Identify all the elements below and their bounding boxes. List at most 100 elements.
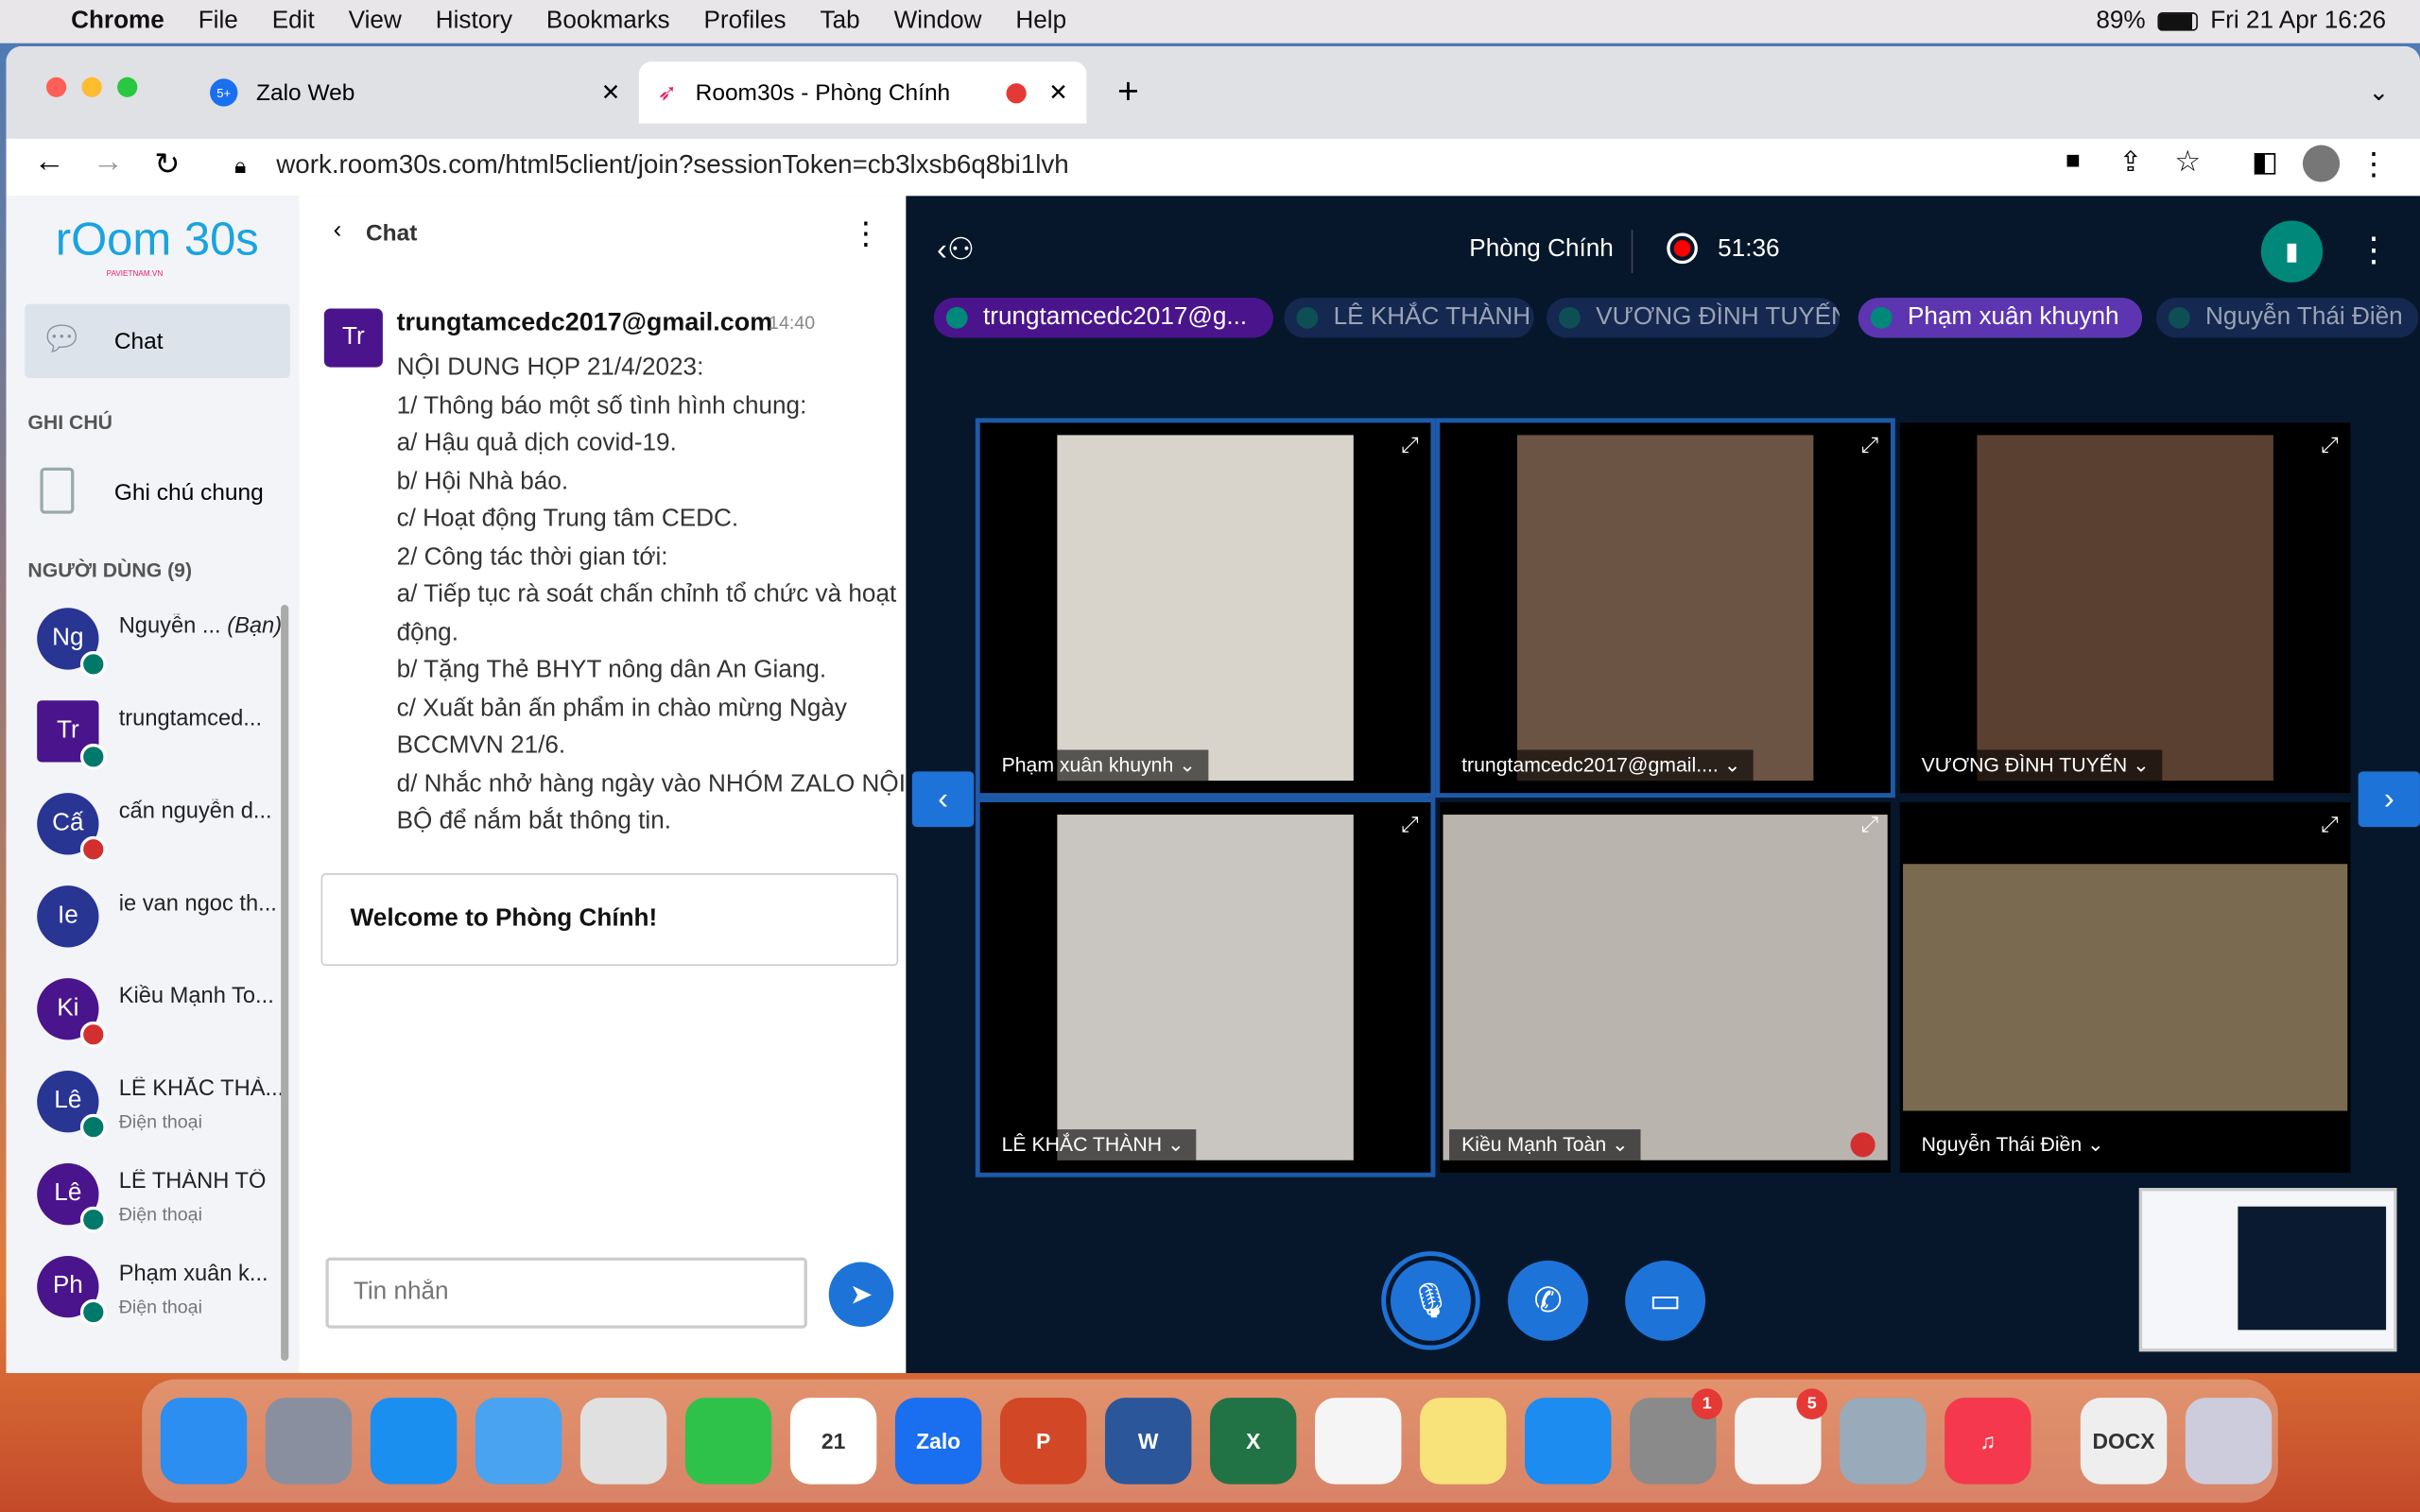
menu-bookmarks[interactable]: Bookmarks [546,8,670,35]
audio-phone-button[interactable]: ✆ [1508,1260,1588,1341]
talking-indicator[interactable]: Nguyễn Thái Điền [2155,298,2419,338]
user-list-item[interactable]: Lê LÊ KHẮC THÀ... Điện thoại [37,1071,291,1148]
dock-mail-icon[interactable] [475,1398,562,1485]
dock-calendar-icon[interactable]: 21 [789,1398,877,1485]
menu-help[interactable]: Help [1015,8,1066,35]
next-page-button[interactable]: › [2358,771,2420,828]
talking-indicator[interactable]: VƯƠNG ĐÌNH TUYẾN [1546,298,1841,338]
reload-icon[interactable]: ↻ [154,145,180,183]
dock-app-store-icon[interactable] [1525,1398,1612,1485]
dock-finder-icon[interactable] [160,1398,248,1485]
tab-room30s[interactable]: ➶ Room30s - Phòng Chính ✕ [638,61,1087,124]
menu-tab[interactable]: Tab [821,8,860,35]
menu-view[interactable]: View [349,8,402,35]
microphone-button[interactable]: 🎙︎ [1381,1251,1480,1350]
clock[interactable]: Fri 21 Apr 16:26 [2210,8,2386,35]
previous-page-button[interactable]: ‹ [911,771,975,828]
user-list-item[interactable]: Ie ie van ngoc th... [37,885,291,963]
maximize-window-button[interactable] [117,77,138,97]
tab-search-chevron-icon[interactable]: ⌄ [2368,77,2389,109]
video-user-label[interactable]: VƯƠNG ĐÌNH TUYẾN ⌄ [1909,749,2162,782]
video-tile[interactable]: ⤢ Phạm xuân khuynh ⌄ [975,418,1436,799]
dock-powerpoint-icon[interactable]: P [999,1398,1087,1485]
screen-preview-thumbnail[interactable] [2138,1188,2397,1352]
video-tile[interactable]: ⤢ trungtamcedc2017@gmail.... ⌄ [1435,418,1895,799]
video-user-label[interactable]: trungtamcedc2017@gmail.... ⌄ [1449,749,1754,782]
dock-system-settings-icon[interactable]: 1 [1630,1388,1723,1485]
minimize-window-button[interactable] [81,77,102,97]
more-menu-icon[interactable]: ⋮ [2359,145,2390,183]
video-tile[interactable]: ⤢ Kiều Mạnh Toàn ⌄ [1440,801,1891,1173]
fullscreen-icon[interactable]: ⤢ [1401,432,1418,458]
menu-edit[interactable]: Edit [272,8,315,35]
lock-icon[interactable]: 🔒︎ [234,153,246,180]
fullscreen-icon[interactable]: ⤢ [2321,432,2338,458]
dock-word-icon[interactable]: W [1104,1398,1192,1485]
fullscreen-icon[interactable]: ⤢ [1861,812,1878,838]
menu-profiles[interactable]: Profiles [704,8,786,35]
video-tile[interactable]: ⤢ VƯƠNG ĐÌNH TUYẾN ⌄ [1899,422,2351,794]
dock-launchpad-icon[interactable] [265,1398,353,1485]
video-user-label[interactable]: Nguyễn Thái Điền ⌄ [1909,1129,2117,1160]
message-input[interactable] [325,1257,807,1329]
user-list-scrollbar[interactable] [281,604,289,1361]
talking-indicator[interactable]: Phạm xuân khuynh [1858,298,2143,338]
dock-zalo-icon[interactable]: Zalo [894,1398,982,1485]
profile-avatar[interactable] [2302,145,2341,182]
talking-indicator[interactable]: trungtamcedc2017@g... [933,298,1273,338]
sidebar-item-chat[interactable]: 💬︎ Chat [25,303,290,378]
dock-notes-icon[interactable] [1420,1398,1507,1485]
side-panel-icon[interactable]: ◧ [2252,146,2278,179]
dock-trash-icon[interactable] [2185,1398,2273,1485]
battery-icon[interactable] [2157,12,2199,31]
close-tab-icon[interactable]: ✕ [1048,78,1068,107]
share-icon[interactable]: ⇪ [2118,146,2142,179]
video-user-label[interactable]: LÊ KHẮC THÀNH ⌄ [989,1129,1197,1160]
video-user-label[interactable]: Phạm xuân khuynh ⌄ [989,749,1209,782]
video-user-label[interactable]: Kiều Mạnh Toàn ⌄ [1449,1129,1641,1160]
dock-excel-icon[interactable]: X [1209,1398,1297,1485]
close-window-button[interactable] [45,77,67,97]
user-list-item[interactable]: Cấ cấn nguyễn d... [37,793,291,870]
dock-chrome-icon[interactable] [579,1398,667,1485]
camera-button[interactable]: ▭ [1625,1260,1706,1341]
back-chevron-icon[interactable]: ‹ [334,217,342,245]
talking-indicator[interactable]: LÊ KHẮC THÀNH [1284,298,1534,338]
user-list-item[interactable]: Lê LÊ THÀNH TÔ Điện thoại [37,1163,291,1241]
connection-status-icon[interactable]: ▮ [2260,220,2324,283]
video-tile[interactable]: ⤢ LÊ KHẮC THÀNH ⌄ [975,798,1436,1177]
menu-history[interactable]: History [436,8,512,35]
dock-music-icon[interactable]: ♫ [1945,1398,2031,1485]
menu-window[interactable]: Window [894,8,982,35]
camera-blocked-icon[interactable]: ■ [2066,148,2081,176]
video-tile[interactable]: ⤢ Nguyễn Thái Điền ⌄ [1899,801,2351,1173]
send-button[interactable]: ➤ [828,1262,894,1328]
dock-document-icon[interactable]: DOCX [2080,1398,2168,1485]
user-list-item[interactable]: Ng Nguyễn ... (Bạn) [37,608,291,685]
new-tab-button[interactable]: + [1117,71,1139,114]
dock-preview-icon[interactable] [1840,1398,1927,1485]
url-field[interactable]: work.room30s.com/html5client/join?sessio… [276,149,1068,180]
back-icon[interactable]: ← [34,145,65,180]
forward-icon[interactable]: → [93,145,124,180]
options-menu-icon[interactable]: ⋮ [2357,230,2391,269]
bookmark-star-icon[interactable]: ☆ [2174,145,2201,180]
menu-app[interactable]: Chrome [71,8,164,35]
fullscreen-icon[interactable]: ⤢ [2321,812,2338,838]
menu-file[interactable]: File [199,8,238,35]
user-list-item[interactable]: Ki Kiều Mạnh To... [37,978,291,1056]
user-list-item[interactable]: Ph Phạm xuân k... Điện thoại [37,1255,291,1333]
tab-zalo[interactable]: 5+ Zalo Web ✕ [191,61,638,123]
close-tab-icon[interactable]: ✕ [601,78,621,107]
sidebar-item-notes[interactable]: Ghi chú chung [25,461,290,523]
dock-microsoft-installer-icon[interactable]: 5 [1735,1388,1828,1485]
dock-facetime-icon[interactable] [684,1398,772,1485]
fullscreen-icon[interactable]: ⤢ [1401,812,1418,838]
recording-indicator-icon[interactable] [1667,232,1698,265]
user-list-item[interactable]: Tr trungtamced... [37,700,291,778]
toggle-userlist-icon[interactable]: ‹⚇ [937,230,975,268]
chat-options-icon[interactable]: ⋮ [851,215,882,253]
dock-safari-icon[interactable] [370,1398,458,1485]
fullscreen-icon[interactable]: ⤢ [1861,432,1878,458]
dock-reminders-icon[interactable] [1315,1398,1402,1485]
